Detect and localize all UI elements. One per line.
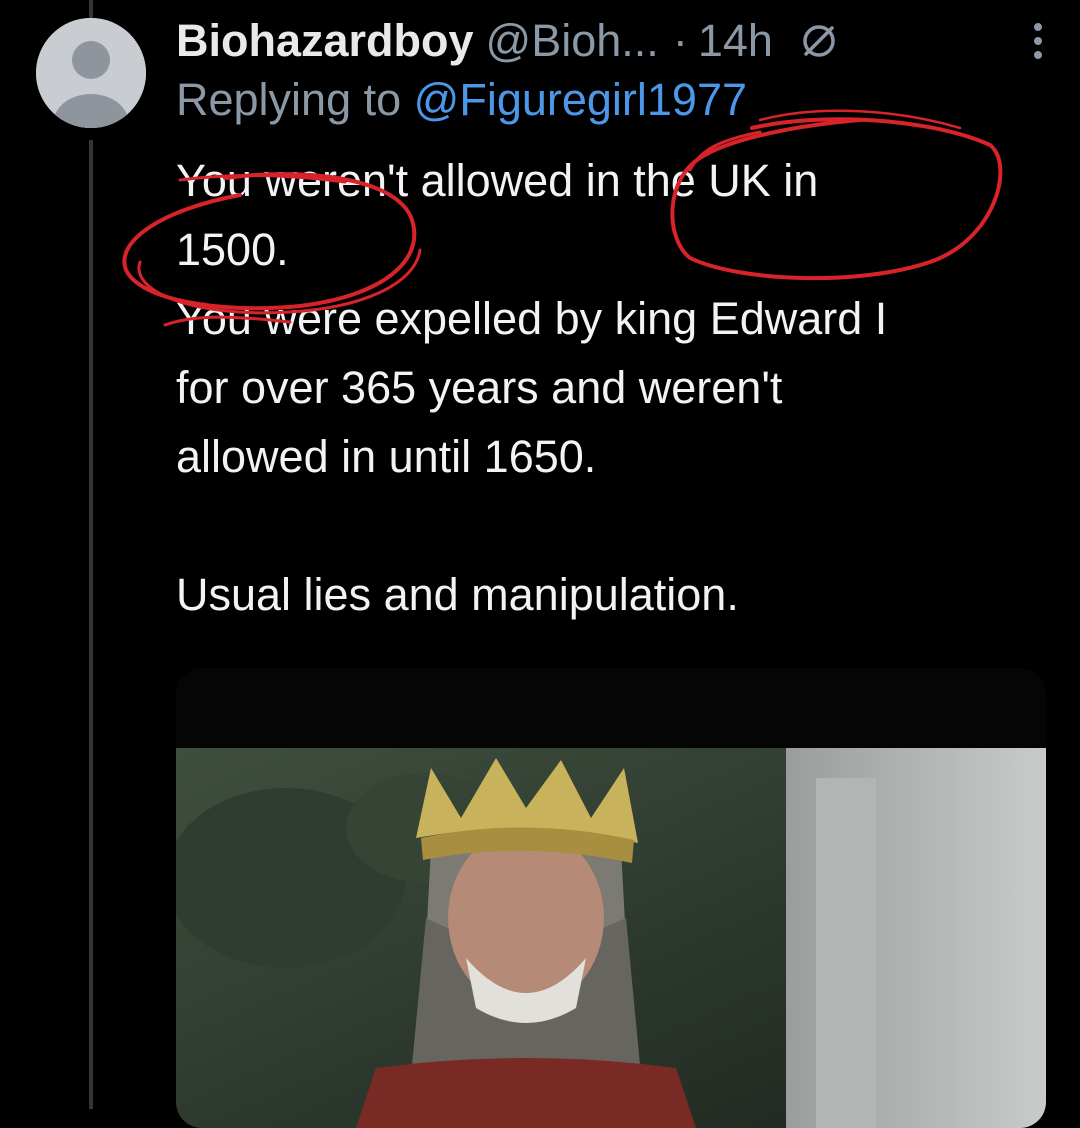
avatar[interactable] <box>36 18 146 128</box>
muted-icon <box>797 19 841 63</box>
default-avatar-icon <box>36 18 146 128</box>
replying-to: Replying to @Figuregirl1977 <box>176 74 747 126</box>
user-handle[interactable]: @Bioh... <box>486 15 659 67</box>
thread-line <box>89 140 93 1109</box>
thread-line-top <box>89 0 93 18</box>
tweet-text-line: You were expelled by king Edward I <box>176 293 888 344</box>
more-options-icon[interactable] <box>1032 19 1044 63</box>
tweet-text-blank-line <box>176 491 1056 560</box>
display-name[interactable]: Biohazardboy <box>176 15 474 67</box>
tweet-text-line: You weren't allowed in the UK in <box>176 155 819 206</box>
tweet-text-line: Usual lies and manipulation. <box>176 569 739 620</box>
tweet-text-line: for over 365 years and weren't <box>176 362 783 413</box>
replying-to-mention-link[interactable]: @Figuregirl1977 <box>414 74 747 125</box>
separator-dot: · <box>672 15 688 66</box>
tweet-text: You weren't allowed in the UK in 1500. Y… <box>176 146 1056 629</box>
king-in-crown-image <box>176 668 1046 1128</box>
tweet-text-line: allowed in until 1650. <box>176 431 597 482</box>
tweet-text-line: 1500. <box>176 224 289 275</box>
replying-to-label: Replying to <box>176 74 402 125</box>
timestamp[interactable]: 14h <box>698 15 773 67</box>
tweet-header: Biohazardboy @Bioh... · 14h <box>176 6 1056 76</box>
tweet-media-image[interactable] <box>176 668 1046 1128</box>
